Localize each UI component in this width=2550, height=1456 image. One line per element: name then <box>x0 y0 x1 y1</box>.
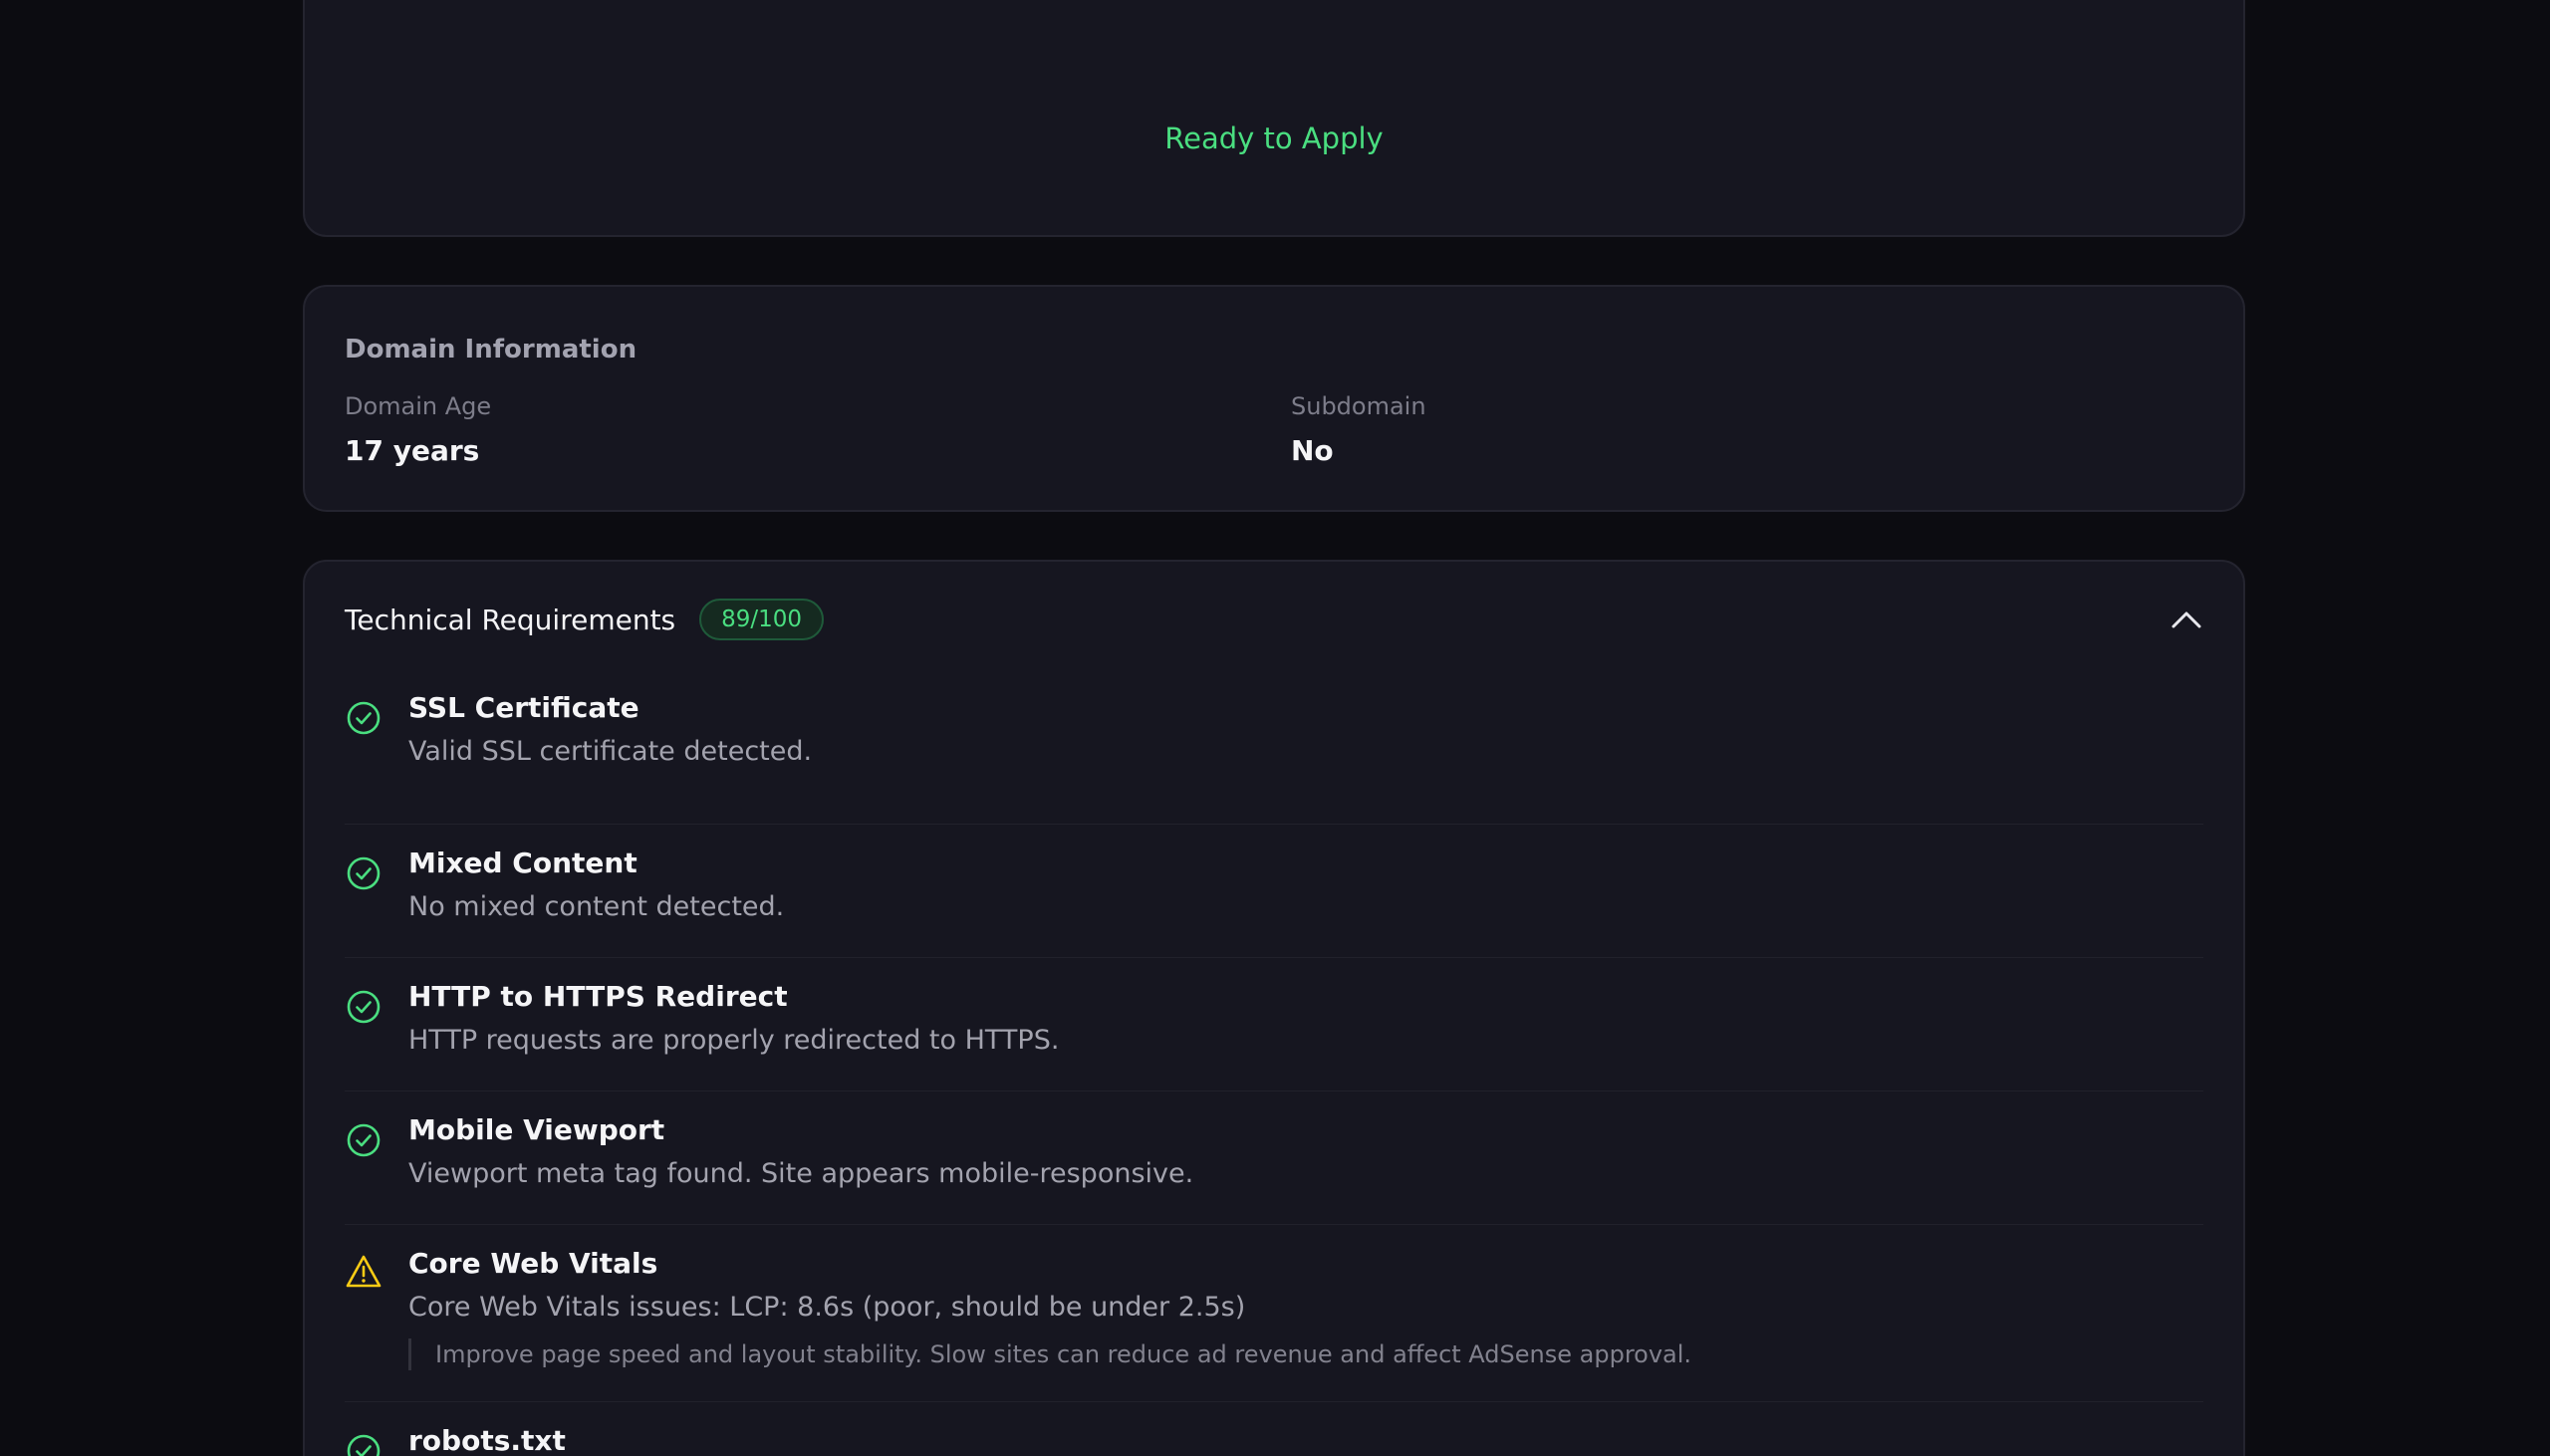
requirements-list: SSL Certificate Valid SSL certificate de… <box>345 691 2203 1456</box>
check-circle-icon <box>347 990 381 1024</box>
warning-triangle-icon <box>346 1255 382 1288</box>
requirement-title: HTTP to HTTPS Redirect <box>408 980 788 1013</box>
requirement-description: Core Web Vitals issues: LCP: 8.6s (poor,… <box>408 1292 1246 1323</box>
chevron-up-icon[interactable] <box>2169 604 2203 637</box>
subdomain: Subdomain No <box>1291 392 1426 467</box>
requirement-title: SSL Certificate <box>408 691 639 724</box>
requirement-item: Core Web Vitals Core Web Vitals issues: … <box>345 1225 2203 1402</box>
domain-age-label: Domain Age <box>345 392 492 420</box>
check-circle-icon <box>347 1434 381 1456</box>
requirement-title: Mixed Content <box>408 847 638 879</box>
requirement-description: No mixed content detected. <box>408 891 785 922</box>
requirement-item: Mixed Content No mixed content detected. <box>345 825 2203 958</box>
score-status: Ready to Apply <box>1164 121 1384 155</box>
domain-info-heading: Domain Information <box>345 335 638 364</box>
requirement-description: HTTP requests are properly redirected to… <box>408 1025 1060 1056</box>
subdomain-value: No <box>1291 434 1334 467</box>
score-badge: 89/100 <box>699 599 825 640</box>
requirement-title: Core Web Vitals <box>408 1247 658 1280</box>
technical-requirements-card: Technical Requirements 89/100 SSL Certif… <box>303 560 2245 1456</box>
requirement-item: Mobile Viewport Viewport meta tag found.… <box>345 1092 2203 1225</box>
requirement-title: Mobile Viewport <box>408 1113 665 1146</box>
score-card: Ready to Apply <box>303 0 2245 237</box>
check-circle-icon <box>347 1123 381 1157</box>
page: Ready to Apply Domain Information Domain… <box>0 0 2550 1456</box>
requirement-description: Viewport meta tag found. Site appears mo… <box>408 1158 1194 1189</box>
requirement-item: HTTP to HTTPS Redirect HTTP requests are… <box>345 958 2203 1092</box>
domain-info-card: Domain Information Domain Age 17 years S… <box>303 285 2245 512</box>
subdomain-label: Subdomain <box>1291 392 1426 420</box>
check-circle-icon <box>347 701 381 735</box>
requirement-item: robots.txt <box>345 1402 2203 1456</box>
requirement-item: SSL Certificate Valid SSL certificate de… <box>345 691 2203 825</box>
domain-age-value: 17 years <box>345 434 480 467</box>
technical-requirements-header[interactable]: Technical Requirements 89/100 <box>345 596 825 643</box>
requirement-description: Valid SSL certificate detected. <box>408 736 813 767</box>
requirement-recommendation: Improve page speed and layout stability.… <box>408 1338 2203 1370</box>
domain-age: Domain Age 17 years <box>345 392 491 467</box>
technical-requirements-title: Technical Requirements <box>345 603 676 636</box>
check-circle-icon <box>347 856 381 890</box>
requirement-title: robots.txt <box>408 1424 566 1456</box>
